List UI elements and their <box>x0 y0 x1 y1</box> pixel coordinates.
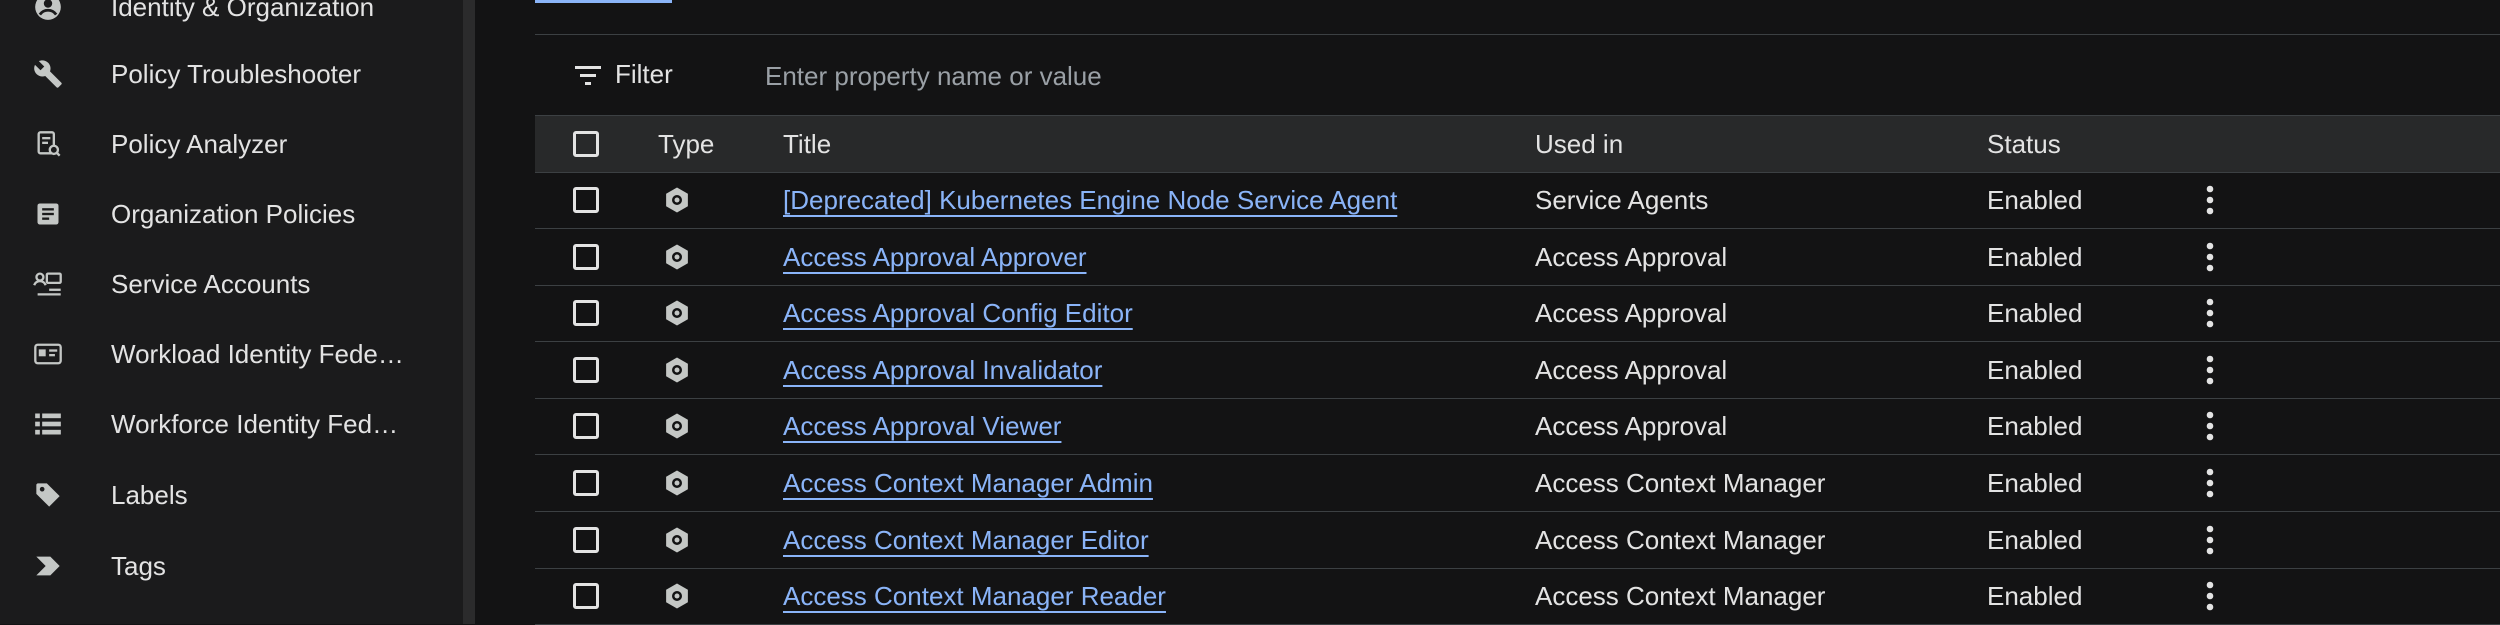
select-all-checkbox[interactable] <box>573 131 599 157</box>
sidebar: Identity & Organization Policy Troublesh… <box>0 0 463 624</box>
sidebar-item-labels[interactable]: Labels <box>0 460 463 530</box>
role-type-icon <box>662 185 692 215</box>
sidebar-item-identity-organization[interactable]: Identity & Organization <box>0 0 463 42</box>
tag-chevron-icon <box>33 551 63 581</box>
top-link-underline <box>535 0 672 3</box>
sidebar-item-label: Organization Policies <box>111 198 356 229</box>
status-value: Enabled <box>1987 468 2083 498</box>
filter-icon[interactable] <box>573 63 603 87</box>
role-type-icon <box>662 242 692 272</box>
sidebar-item-label: Tags <box>111 550 166 581</box>
main-content: Filter Type Title Used in Status [Deprec… <box>475 0 2500 625</box>
sidebar-item-organization-policies[interactable]: Organization Policies <box>0 179 463 249</box>
role-type-icon <box>662 468 692 498</box>
status-value: Enabled <box>1987 298 2083 329</box>
used-in-value: Access Approval <box>1535 411 1728 442</box>
wrench-icon <box>33 59 63 89</box>
role-title-link[interactable]: Access Approval Config Editor <box>783 298 1133 329</box>
used-in-value: Access Approval <box>1535 354 1728 385</box>
list-icon <box>33 409 63 439</box>
more-options-icon[interactable] <box>2196 409 2224 443</box>
sidebar-item-label: Workload Identity Fede… <box>111 338 404 369</box>
sidebar-item-label: Policy Analyzer <box>111 128 288 159</box>
id-card-icon <box>33 339 63 369</box>
more-options-icon[interactable] <box>2196 579 2224 613</box>
row-checkbox[interactable] <box>573 583 599 610</box>
table-header-row: Type Title Used in Status <box>535 115 2500 173</box>
row-checkbox[interactable] <box>573 243 599 270</box>
row-checkbox[interactable] <box>573 526 599 553</box>
more-options-icon[interactable] <box>2196 353 2224 387</box>
role-title-link[interactable]: Access Context Manager Editor <box>783 525 1149 556</box>
row-checkbox[interactable] <box>573 187 599 213</box>
role-type-icon <box>662 298 692 328</box>
used-in-value: Access Context Manager <box>1535 581 1826 612</box>
sidebar-item-label: Identity & Organization <box>111 0 375 22</box>
more-options-icon[interactable] <box>2196 240 2224 274</box>
column-header-status[interactable]: Status <box>1987 129 2061 160</box>
status-value: Enabled <box>1987 354 2083 385</box>
role-title-link[interactable]: [Deprecated] Kubernetes Engine Node Serv… <box>783 185 1397 216</box>
row-checkbox[interactable] <box>573 356 599 383</box>
table-row[interactable]: Access Approval Invalidator Access Approv… <box>535 342 2500 399</box>
sidebar-item-workforce-identity-federation[interactable]: Workforce Identity Fed… <box>0 389 463 459</box>
role-title-link[interactable]: Access Context Manager Reader <box>783 581 1166 612</box>
sidebar-item-policy-analyzer[interactable]: Policy Analyzer <box>0 109 463 179</box>
role-type-icon <box>662 355 692 385</box>
status-value: Enabled <box>1987 581 2083 612</box>
more-options-icon[interactable] <box>2196 466 2224 500</box>
table-row[interactable]: Access Context Manager Admin Access Conte… <box>535 455 2500 512</box>
status-value: Enabled <box>1987 411 2083 442</box>
filter-input[interactable] <box>763 55 1667 97</box>
column-header-type[interactable]: Type <box>658 129 714 160</box>
sidebar-item-service-accounts[interactable]: Service Accounts <box>0 249 463 319</box>
table-row[interactable]: Access Approval Viewer Access Approval Ena… <box>535 398 2500 456</box>
used-in-value: Access Context Manager <box>1535 468 1826 498</box>
article-icon <box>33 199 63 229</box>
sidebar-item-tags[interactable]: Tags <box>0 531 463 601</box>
table-row[interactable]: [Deprecated] Kubernetes Engine Node Serv… <box>535 172 2500 229</box>
more-options-icon[interactable] <box>2196 183 2224 217</box>
row-checkbox[interactable] <box>573 300 599 327</box>
role-title-link[interactable]: Access Approval Viewer <box>783 411 1061 442</box>
role-title-link[interactable]: Access Context Manager Admin <box>783 468 1153 499</box>
status-value: Enabled <box>1987 241 2083 272</box>
role-type-icon <box>662 411 692 441</box>
used-in-value: Service Agents <box>1535 185 1709 215</box>
used-in-value: Access Approval <box>1535 241 1728 272</box>
used-in-value: Access Approval <box>1535 298 1728 329</box>
table-row[interactable]: Access Context Manager Reader Access Cont… <box>535 568 2500 625</box>
status-value: Enabled <box>1987 524 2083 555</box>
label-tag-icon <box>33 480 63 510</box>
table-row[interactable]: Access Context Manager Editor Access Cont… <box>535 512 2500 569</box>
sidebar-item-workload-identity-federation[interactable]: Workload Identity Fede… <box>0 319 463 389</box>
filter-label[interactable]: Filter <box>615 59 673 90</box>
service-account-icon <box>33 269 63 299</box>
sidebar-item-label: Policy Troubleshooter <box>111 58 362 89</box>
document-search-icon <box>33 129 63 159</box>
role-title-link[interactable]: Access Approval Approver <box>783 242 1087 273</box>
table-row[interactable]: Access Approval Approver Access Approval E… <box>535 229 2500 286</box>
role-title-link[interactable]: Access Approval Invalidator <box>783 355 1102 386</box>
status-value: Enabled <box>1987 185 2083 215</box>
sidebar-item-label: Workforce Identity Fed… <box>111 408 399 439</box>
more-options-icon[interactable] <box>2196 296 2224 330</box>
used-in-value: Access Context Manager <box>1535 524 1826 555</box>
column-header-used-in[interactable]: Used in <box>1535 129 1623 160</box>
row-checkbox[interactable] <box>573 413 599 440</box>
more-options-icon[interactable] <box>2196 523 2224 557</box>
sidebar-item-policy-troubleshooter[interactable]: Policy Troubleshooter <box>0 39 463 109</box>
role-type-icon <box>662 581 692 611</box>
sidebar-item-label: Labels <box>111 479 188 510</box>
filter-bar: Filter <box>535 35 2500 115</box>
role-type-icon <box>662 525 692 555</box>
account-circle-icon <box>33 0 63 22</box>
row-checkbox[interactable] <box>573 470 599 496</box>
sidebar-item-label: Service Accounts <box>111 268 311 299</box>
column-header-title[interactable]: Title <box>783 129 831 160</box>
sidebar-scrollbar[interactable] <box>463 0 475 624</box>
table-row[interactable]: Access Approval Config Editor Access Appr… <box>535 285 2500 343</box>
